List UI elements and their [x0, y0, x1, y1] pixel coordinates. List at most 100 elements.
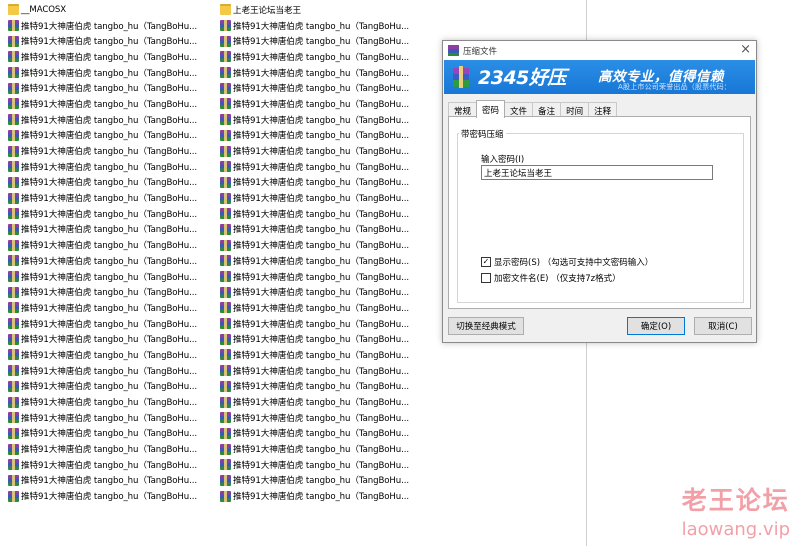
show-password-checkbox[interactable]: ✓	[481, 257, 491, 267]
file-item[interactable]: 推特91大神唐伯虎 tangbo_hu（TangBoHu...	[8, 80, 198, 96]
archive-file-icon	[8, 271, 19, 283]
file-item[interactable]: 推特91大神唐伯虎 tangbo_hu（TangBoHu...	[8, 426, 198, 442]
file-item[interactable]: 推特91大神唐伯虎 tangbo_hu（TangBoHu...	[220, 379, 410, 395]
file-item[interactable]: 推特91大神唐伯虎 tangbo_hu（TangBoHu...	[8, 316, 198, 332]
file-item[interactable]: 推特91大神唐伯虎 tangbo_hu（TangBoHu...	[220, 96, 410, 112]
file-item[interactable]: 推特91大神唐伯虎 tangbo_hu（TangBoHu...	[8, 410, 198, 426]
file-item[interactable]: 推特91大神唐伯虎 tangbo_hu（TangBoHu...	[8, 190, 198, 206]
file-item[interactable]: 推特91大神唐伯虎 tangbo_hu（TangBoHu...	[220, 33, 410, 49]
file-item[interactable]: 推特91大神唐伯虎 tangbo_hu（TangBoHu...	[8, 331, 198, 347]
archive-file-icon	[8, 443, 19, 455]
archive-file-icon	[220, 192, 231, 204]
file-item[interactable]: 推特91大神唐伯虎 tangbo_hu（TangBoHu...	[220, 488, 410, 504]
file-item[interactable]: 推特91大神唐伯虎 tangbo_hu（TangBoHu...	[220, 347, 410, 363]
file-item[interactable]: 推特91大神唐伯虎 tangbo_hu（TangBoHu...	[220, 80, 410, 96]
file-item[interactable]: 推特91大神唐伯虎 tangbo_hu（TangBoHu...	[220, 394, 410, 410]
file-name: 推特91大神唐伯虎 tangbo_hu（TangBoHu...	[233, 115, 410, 126]
file-item[interactable]: 推特91大神唐伯虎 tangbo_hu（TangBoHu...	[8, 175, 198, 191]
file-item[interactable]: 推特91大神唐伯虎 tangbo_hu（TangBoHu...	[220, 112, 410, 128]
file-name: 推特91大神唐伯虎 tangbo_hu（TangBoHu...	[233, 288, 410, 299]
file-item[interactable]: 推特91大神唐伯虎 tangbo_hu（TangBoHu...	[8, 112, 198, 128]
cancel-button[interactable]: 取消(C)	[694, 317, 752, 335]
file-item[interactable]: 推特91大神唐伯虎 tangbo_hu（TangBoHu...	[220, 441, 410, 457]
archive-file-icon	[8, 129, 19, 141]
password-input[interactable]: 上老王论坛当老王	[481, 165, 713, 180]
file-item[interactable]: 推特91大神唐伯虎 tangbo_hu（TangBoHu...	[220, 457, 410, 473]
file-item[interactable]: 推特91大神唐伯虎 tangbo_hu（TangBoHu...	[8, 18, 198, 34]
file-item[interactable]: 推特91大神唐伯虎 tangbo_hu（TangBoHu...	[220, 363, 410, 379]
switch-classic-mode-button[interactable]: 切换至经典模式	[448, 317, 524, 335]
file-item[interactable]: 推特91大神唐伯虎 tangbo_hu（TangBoHu...	[220, 331, 410, 347]
file-item[interactable]: 推特91大神唐伯虎 tangbo_hu（TangBoHu...	[220, 237, 410, 253]
encrypt-names-checkbox[interactable]	[481, 273, 491, 283]
archive-file-icon	[220, 459, 231, 471]
file-item[interactable]: 推特91大神唐伯虎 tangbo_hu（TangBoHu...	[8, 457, 198, 473]
file-name: 推特91大神唐伯虎 tangbo_hu（TangBoHu...	[21, 115, 198, 126]
file-item[interactable]: 推特91大神唐伯虎 tangbo_hu（TangBoHu...	[8, 128, 198, 144]
file-item[interactable]: 推特91大神唐伯虎 tangbo_hu（TangBoHu...	[220, 143, 410, 159]
file-item[interactable]: 推特91大神唐伯虎 tangbo_hu（TangBoHu...	[220, 190, 410, 206]
file-item[interactable]: 推特91大神唐伯虎 tangbo_hu（TangBoHu...	[8, 96, 198, 112]
file-item[interactable]: 推特91大神唐伯虎 tangbo_hu（TangBoHu...	[220, 426, 410, 442]
file-item[interactable]: 推特91大神唐伯虎 tangbo_hu（TangBoHu...	[8, 49, 198, 65]
file-name: 推特91大神唐伯虎 tangbo_hu（TangBoHu...	[21, 21, 198, 32]
file-item[interactable]: 推特91大神唐伯虎 tangbo_hu（TangBoHu...	[220, 284, 410, 300]
file-item[interactable]: 推特91大神唐伯虎 tangbo_hu（TangBoHu...	[8, 441, 198, 457]
file-item[interactable]: 推特91大神唐伯虎 tangbo_hu（TangBoHu...	[220, 159, 410, 175]
file-item[interactable]: 推特91大神唐伯虎 tangbo_hu（TangBoHu...	[220, 410, 410, 426]
folder-icon	[220, 4, 231, 16]
archive-file-icon	[8, 145, 19, 157]
file-item[interactable]: 推特91大神唐伯虎 tangbo_hu（TangBoHu...	[8, 379, 198, 395]
file-item[interactable]: 推特91大神唐伯虎 tangbo_hu（TangBoHu...	[220, 269, 410, 285]
archive-file-icon	[8, 427, 19, 439]
file-item[interactable]: 推特91大神唐伯虎 tangbo_hu（TangBoHu...	[8, 394, 198, 410]
file-name: 推特91大神唐伯虎 tangbo_hu（TangBoHu...	[21, 272, 198, 283]
archive-file-icon	[220, 286, 231, 298]
archive-file-icon	[8, 302, 19, 314]
file-item[interactable]: 推特91大神唐伯虎 tangbo_hu（TangBoHu...	[8, 284, 198, 300]
file-item[interactable]: 推特91大神唐伯虎 tangbo_hu（TangBoHu...	[220, 300, 410, 316]
file-item[interactable]: 推特91大神唐伯虎 tangbo_hu（TangBoHu...	[220, 473, 410, 489]
file-item[interactable]: 推特91大神唐伯虎 tangbo_hu（TangBoHu...	[8, 269, 198, 285]
file-item[interactable]: 推特91大神唐伯虎 tangbo_hu（TangBoHu...	[8, 473, 198, 489]
file-item[interactable]: 推特91大神唐伯虎 tangbo_hu（TangBoHu...	[220, 175, 410, 191]
close-icon[interactable]: ×	[740, 42, 751, 57]
file-item[interactable]: 推特91大神唐伯虎 tangbo_hu（TangBoHu...	[8, 347, 198, 363]
tab-1[interactable]: 密码	[476, 100, 506, 118]
file-name: 推特91大神唐伯虎 tangbo_hu（TangBoHu...	[233, 272, 410, 283]
file-item[interactable]: 推特91大神唐伯虎 tangbo_hu（TangBoHu...	[8, 33, 198, 49]
file-item[interactable]: 推特91大神唐伯虎 tangbo_hu（TangBoHu...	[8, 253, 198, 269]
file-item[interactable]: 推特91大神唐伯虎 tangbo_hu（TangBoHu...	[220, 49, 410, 65]
archive-file-icon	[8, 474, 19, 486]
folder-item[interactable]: 上老王论坛当老王	[220, 2, 410, 18]
file-name: 推特91大神唐伯虎 tangbo_hu（TangBoHu...	[21, 303, 198, 314]
file-item[interactable]: 推特91大神唐伯虎 tangbo_hu（TangBoHu...	[8, 222, 198, 238]
file-name: 推特91大神唐伯虎 tangbo_hu（TangBoHu...	[233, 366, 410, 377]
file-item[interactable]: 推特91大神唐伯虎 tangbo_hu（TangBoHu...	[8, 363, 198, 379]
archive-file-icon	[220, 114, 231, 126]
archive-file-icon	[220, 255, 231, 267]
archive-file-icon	[8, 333, 19, 345]
file-item[interactable]: 推特91大神唐伯虎 tangbo_hu（TangBoHu...	[220, 253, 410, 269]
file-item[interactable]: 推特91大神唐伯虎 tangbo_hu（TangBoHu...	[8, 143, 198, 159]
file-item[interactable]: 推特91大神唐伯虎 tangbo_hu（TangBoHu...	[8, 206, 198, 222]
file-name: 推特91大神唐伯虎 tangbo_hu（TangBoHu...	[233, 99, 410, 110]
file-item[interactable]: 推特91大神唐伯虎 tangbo_hu（TangBoHu...	[8, 159, 198, 175]
file-item[interactable]: 推特91大神唐伯虎 tangbo_hu（TangBoHu...	[220, 222, 410, 238]
archive-file-icon	[220, 396, 231, 408]
file-item[interactable]: 推特91大神唐伯虎 tangbo_hu（TangBoHu...	[8, 65, 198, 81]
file-item[interactable]: 推特91大神唐伯虎 tangbo_hu（TangBoHu...	[220, 316, 410, 332]
file-item[interactable]: 推特91大神唐伯虎 tangbo_hu（TangBoHu...	[220, 18, 410, 34]
file-item[interactable]: 推特91大神唐伯虎 tangbo_hu（TangBoHu...	[220, 65, 410, 81]
folder-item[interactable]: __MACOSX	[8, 2, 198, 18]
file-item[interactable]: 推特91大神唐伯虎 tangbo_hu（TangBoHu...	[220, 206, 410, 222]
file-item[interactable]: 推特91大神唐伯虎 tangbo_hu（TangBoHu...	[8, 300, 198, 316]
encrypt-names-option[interactable]: 加密文件名(E) （仅支持7z格式）	[481, 272, 621, 284]
file-item[interactable]: 推特91大神唐伯虎 tangbo_hu（TangBoHu...	[8, 488, 198, 504]
file-item[interactable]: 推特91大神唐伯虎 tangbo_hu（TangBoHu...	[8, 237, 198, 253]
file-item[interactable]: 推特91大神唐伯虎 tangbo_hu（TangBoHu...	[220, 128, 410, 144]
file-name: 推特91大神唐伯虎 tangbo_hu（TangBoHu...	[233, 303, 410, 314]
show-password-option[interactable]: ✓ 显示密码(S) （勾选可支持中文密码输入）	[481, 256, 653, 268]
ok-button[interactable]: 确定(O)	[627, 317, 685, 335]
watermark: 老王论坛 laowang.vip	[682, 481, 790, 540]
